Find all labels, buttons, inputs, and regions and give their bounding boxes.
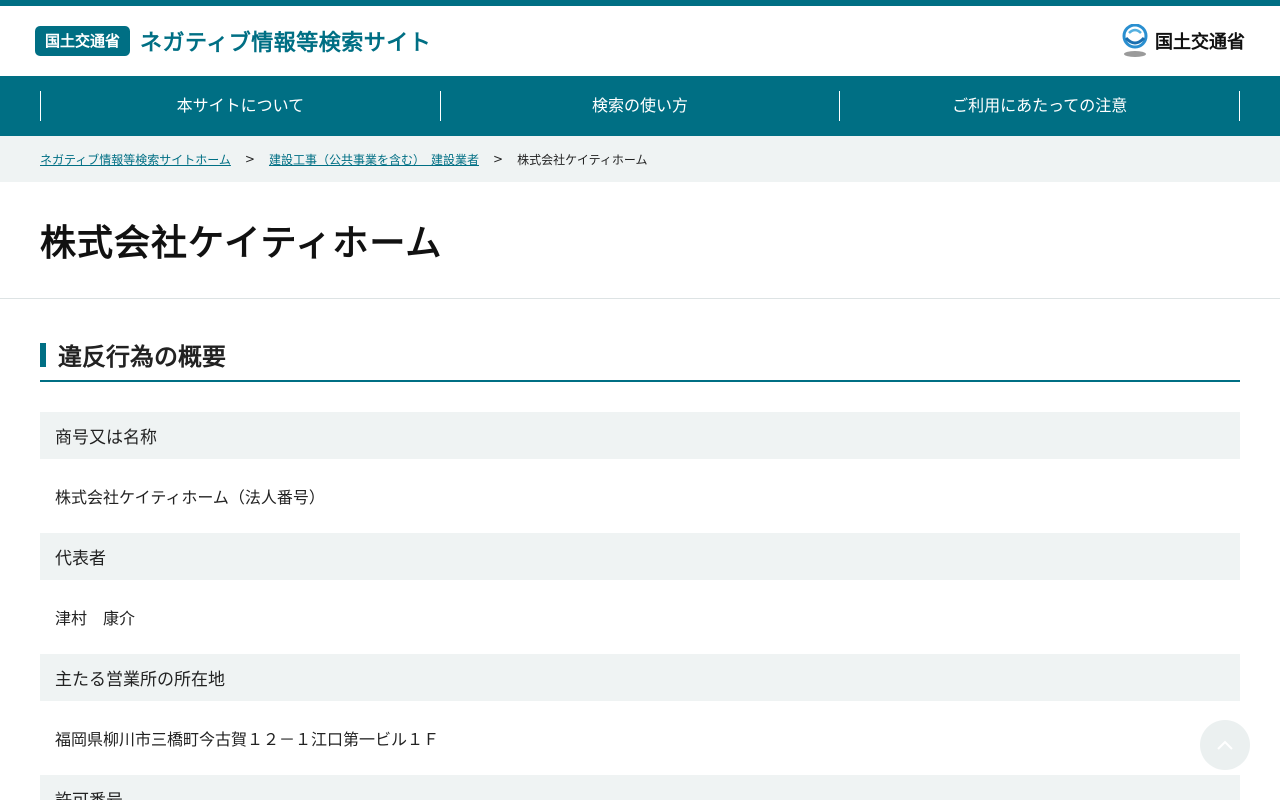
site-header: 国土交通省 ネガティブ情報等検索サイト 国土交通省 <box>0 6 1280 76</box>
page-title-area: 株式会社ケイティホーム <box>0 182 1280 299</box>
site-brand[interactable]: 国土交通省 ネガティブ情報等検索サイト <box>35 25 431 57</box>
info-label-company-name: 商号又は名称 <box>40 412 1240 459</box>
main-content: 違反行為の概要 商号又は名称 株式会社ケイティホーム（法人番号） 代表者 津村 … <box>0 337 1280 800</box>
breadcrumb-separator: > <box>244 152 255 166</box>
page-title: 株式会社ケイティホーム <box>40 223 443 264</box>
breadcrumb-home-link[interactable]: ネガティブ情報等検索サイトホーム <box>40 151 231 168</box>
section-heading: 違反行為の概要 <box>40 337 1240 382</box>
global-nav: 本サイトについて 検索の使い方 ご利用にあたっての注意 <box>0 76 1280 136</box>
breadcrumb-current: 株式会社ケイティホーム <box>517 152 648 167</box>
site-title: ネガティブ情報等検索サイト <box>140 31 432 56</box>
chevron-up-icon <box>1217 740 1233 750</box>
nav-how-to-search[interactable]: 検索の使い方 <box>439 91 840 121</box>
back-to-top-button[interactable] <box>1200 720 1250 770</box>
section-heading-bar <box>40 342 46 367</box>
section-title: 違反行為の概要 <box>58 343 226 371</box>
breadcrumb-separator: > <box>493 152 504 166</box>
info-label-license-number: 許可番号 <box>40 775 1240 800</box>
info-label-office-address: 主たる営業所の所在地 <box>40 654 1240 701</box>
breadcrumb: ネガティブ情報等検索サイトホーム > 建設工事（公共事業を含む） 建設業者 > … <box>0 136 1280 182</box>
ministry-badge: 国土交通省 <box>35 26 131 56</box>
violation-info-list: 商号又は名称 株式会社ケイティホーム（法人番号） 代表者 津村 康介 主たる営業… <box>40 412 1240 800</box>
ministry-emblem-icon <box>1122 24 1148 57</box>
info-value-company-name: 株式会社ケイティホーム（法人番号） <box>55 488 325 507</box>
info-label-representative: 代表者 <box>40 533 1240 580</box>
ministry-logo[interactable]: 国土交通省 <box>1121 24 1245 58</box>
info-value-representative: 津村 康介 <box>55 609 136 628</box>
ministry-logo-text: 国土交通省 <box>1155 32 1245 53</box>
breadcrumb-category-link[interactable]: 建設工事（公共事業を含む） 建設業者 <box>269 151 479 168</box>
nav-about-site[interactable]: 本サイトについて <box>40 91 440 121</box>
info-value-office-address: 福岡県柳川市三橋町今古賀１２－１江口第一ビル１Ｆ <box>55 730 440 749</box>
nav-usage-notes[interactable]: ご利用にあたっての注意 <box>839 91 1241 121</box>
